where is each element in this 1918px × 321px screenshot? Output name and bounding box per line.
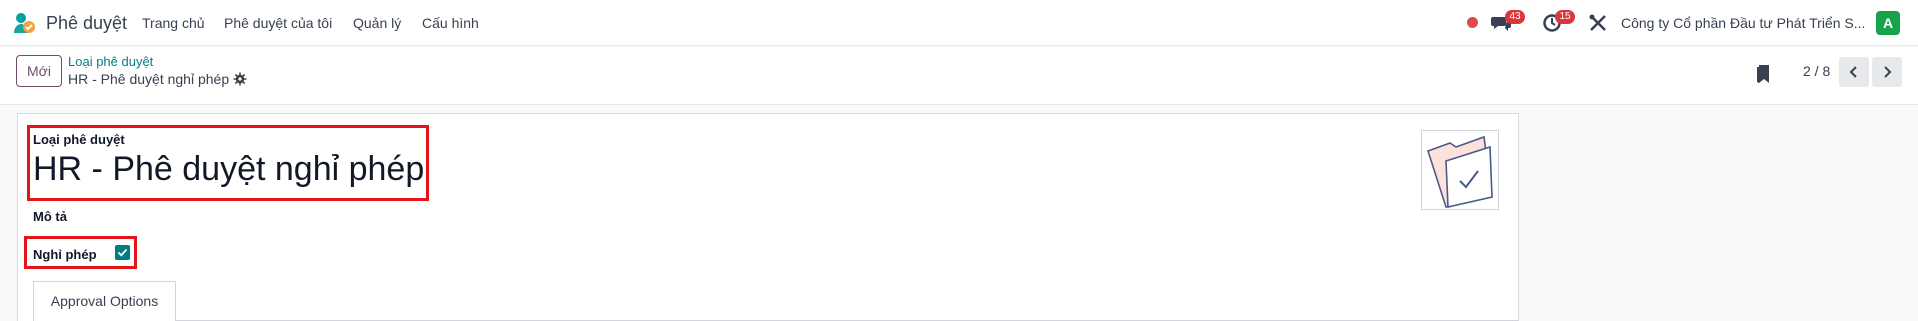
activities-badge: 15 [1555,10,1575,24]
bookmark-icon[interactable] [1756,63,1772,85]
approvals-logo-icon[interactable] [12,11,36,35]
breadcrumb-current: HR - Phê duyệt nghỉ phép [68,71,247,87]
breadcrumb-parent[interactable]: Loại phê duyệt [68,54,153,69]
check-icon [117,248,128,257]
menu-home[interactable]: Trang chủ [142,15,205,31]
top-navbar: Phê duyệt Trang chủ Phê duyệt của tôi Qu… [0,0,1918,46]
description-label: Mô tả [33,209,67,224]
leave-label: Nghỉ phép [33,247,97,262]
control-panel: Mới Loại phê duyệt HR - Phê duyệt nghỉ p… [0,47,1918,105]
chevron-right-icon [1884,66,1892,78]
pager-previous-button[interactable] [1839,57,1869,87]
leave-checkbox[interactable] [115,245,130,260]
chevron-left-icon [1849,66,1857,78]
app-name[interactable]: Phê duyệt [46,13,127,34]
folder-check-icon [1427,135,1493,208]
approval-type-label: Loại phê duyệt [33,132,125,147]
menu-configuration[interactable]: Cấu hình [422,15,479,31]
pager-next-button[interactable] [1872,57,1902,87]
messages-badge: 43 [1505,10,1525,24]
menu-manage[interactable]: Quản lý [353,15,401,31]
pager-value[interactable]: 2 / 8 [1803,63,1830,79]
new-button[interactable]: Mới [16,55,62,87]
approval-type-image[interactable] [1421,130,1499,210]
tools-icon[interactable] [1587,12,1609,34]
approval-type-name[interactable]: HR - Phê duyệt nghỉ phép [33,150,424,189]
breadcrumb-current-label: HR - Phê duyệt nghỉ phép [68,71,230,87]
gear-icon[interactable] [233,72,247,86]
menu-my-approvals[interactable]: Phê duyệt của tôi [224,15,332,31]
tab-approval-options[interactable]: Approval Options [33,281,176,321]
recording-indicator[interactable] [1467,17,1478,28]
avatar[interactable]: A [1876,11,1900,35]
company-switcher[interactable]: Công ty Cổ phần Đầu tư Phát Triển S... [1621,15,1865,31]
